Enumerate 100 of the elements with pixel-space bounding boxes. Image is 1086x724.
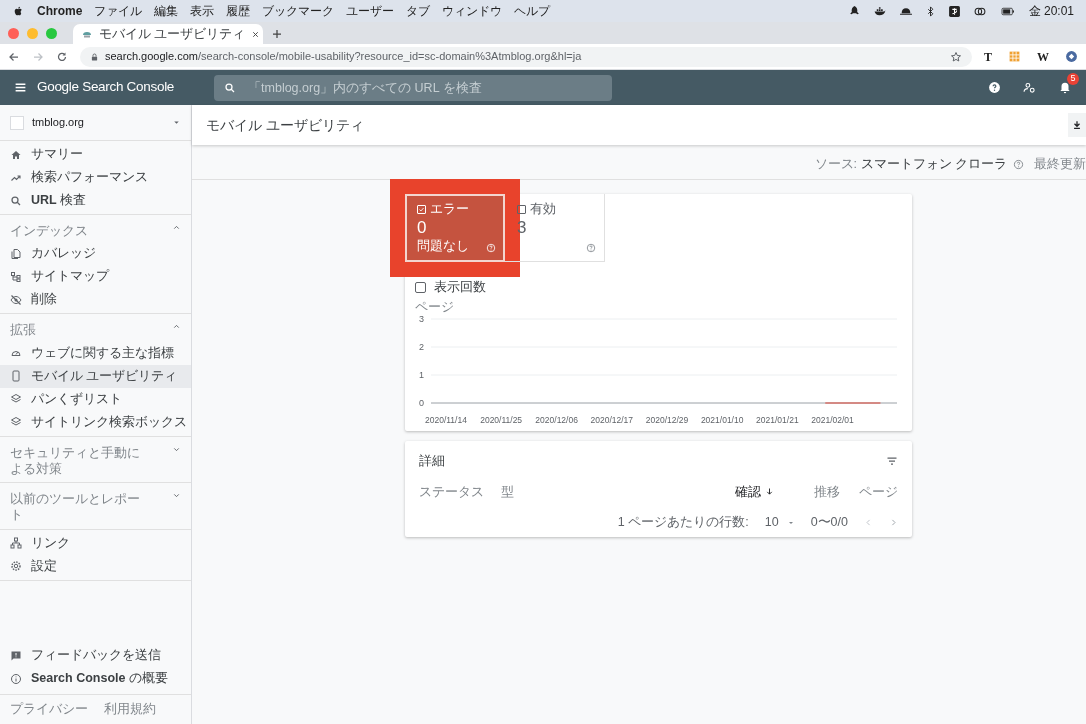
download-icon — [1072, 120, 1082, 130]
column-header[interactable]: ステータス — [419, 482, 501, 502]
section-header[interactable]: 拡張 — [0, 316, 191, 342]
whale-icon[interactable] — [872, 4, 887, 18]
axis-tick-label: 0 — [419, 397, 424, 408]
plus-icon[interactable] — [271, 28, 283, 40]
axis-tick-label: 2020/11/25 — [480, 414, 523, 425]
feedback-icon — [10, 649, 22, 662]
column-header[interactable]: 型 — [501, 482, 735, 502]
menu-item[interactable]: ブックマーク — [262, 2, 335, 20]
layers-icon — [10, 393, 22, 405]
check-icon — [418, 205, 425, 213]
network-icon — [10, 537, 22, 549]
impressions-toggle[interactable]: 表示回数 — [405, 278, 496, 297]
menu-item[interactable]: ウィンドウ — [442, 2, 503, 20]
browser-tab[interactable]: モバイル ユーザビリティ — [73, 24, 263, 44]
tile-value: 0 — [417, 218, 428, 238]
chevron-up-icon — [172, 223, 181, 232]
url-text: search.google.com/search-console/mobile-usability?resource_id=sc-domain%3Atmblog.org&hl=ja — [105, 49, 583, 65]
search-field[interactable]: 「tmblog.org」内のすべての URL を検査 — [214, 74, 613, 101]
home-icon — [10, 148, 22, 161]
sidebar-item[interactable]: フィードバックを送信 — [0, 644, 191, 668]
sidebar-item[interactable]: サイトリンク検索ボックス — [0, 410, 191, 434]
user-settings-icon[interactable] — [1023, 81, 1036, 94]
source-text: ソース: スマートフォン クローラ — [814, 156, 1007, 174]
menu-item[interactable]: 表示 — [190, 2, 215, 20]
extension-button[interactable]: W — [1037, 47, 1049, 66]
sidebar-item[interactable]: サマリー — [0, 143, 191, 166]
rows-per-page-select[interactable]: 10 — [764, 513, 795, 532]
footer-link[interactable]: プライバシー — [10, 700, 88, 719]
menu-item[interactable]: ヘルプ — [514, 2, 551, 20]
axis-tick-label: 2 — [419, 341, 424, 352]
phone-icon — [10, 370, 22, 382]
column-header[interactable]: 推移 — [774, 482, 840, 502]
reload-icon[interactable] — [56, 50, 68, 63]
menu-item[interactable]: 編集 — [154, 2, 179, 20]
menu-item[interactable]: タブ — [406, 2, 431, 20]
tile-caption: 問題なし — [417, 238, 469, 256]
help-icon[interactable] — [988, 81, 1001, 94]
rows-per-page-label: 1 ページあたりの行数: — [617, 514, 749, 532]
sidebar-item[interactable]: 検索パフォーマンス — [0, 166, 191, 189]
close-icon[interactable] — [251, 29, 261, 39]
app-name[interactable]: Chrome — [37, 2, 83, 20]
tab-title: モバイル ユーザビリティ — [99, 25, 246, 43]
axis-tick-label: 2021/02/01 — [811, 414, 854, 425]
menu-item[interactable]: 履歴 — [226, 2, 251, 20]
axis-title: ページ — [415, 299, 454, 314]
card-title: 詳細 — [419, 452, 445, 470]
info-icon — [10, 672, 22, 685]
sidebar-item[interactable]: Search Console の概要 — [0, 667, 191, 691]
sidebar-item[interactable]: 削除 — [0, 288, 191, 312]
axis-tick-label: 2021/01/10 — [700, 414, 744, 425]
axis-tick-label: 1 — [419, 369, 424, 380]
document-icon — [10, 247, 22, 260]
menu-icon[interactable] — [14, 81, 27, 94]
settings-icon — [10, 560, 22, 572]
filter-icon[interactable] — [886, 454, 898, 467]
extension-button[interactable]: T — [984, 47, 992, 66]
section-header[interactable]: 以前のツールとレポート — [0, 485, 191, 527]
menu-item[interactable]: ユーザー — [346, 2, 395, 20]
star-icon[interactable] — [950, 50, 962, 63]
sidebar-item[interactable]: ウェブに関する主な指標 — [0, 341, 191, 365]
chevron-down-icon — [172, 491, 181, 500]
sidebar-item[interactable]: カバレッジ — [0, 242, 191, 266]
axis-tick-label: 3 — [419, 313, 424, 324]
menu-item[interactable]: ファイル — [94, 2, 143, 20]
axis-tick-label: 2020/12/17 — [590, 414, 634, 425]
lock-icon — [90, 51, 99, 62]
layers-icon — [10, 416, 22, 428]
address-bar[interactable]: search.google.com/search-console/mobile-usability?resource_id=sc-domain%3Atmblog.org&hl=ja — [80, 46, 972, 67]
product-logo[interactable]: Google Search Console — [37, 77, 175, 98]
dropdown-caret-icon — [172, 118, 181, 127]
axis-tick-label: 2020/12/06 — [535, 414, 578, 425]
menubar-clock[interactable]: 金 20:01 — [1028, 2, 1074, 20]
bell-icon[interactable] — [1058, 80, 1072, 95]
sidebar-item[interactable]: パンくずリスト — [0, 387, 191, 411]
series-line — [824, 402, 882, 404]
axis-tick-label: 2021/01/21 — [756, 414, 799, 425]
footer-link[interactable]: 利用規約 — [104, 700, 156, 719]
axis-tick-label: 2020/11/14 — [425, 414, 467, 425]
checkbox[interactable] — [517, 204, 526, 214]
sidebar-item[interactable]: 設定 — [0, 554, 191, 578]
last-updated-text: 最終更新 — [1034, 156, 1086, 174]
sidebar-item[interactable]: モバイル ユーザビリティ — [0, 364, 191, 388]
section-header[interactable]: インデックス — [0, 217, 191, 243]
search-icon — [224, 81, 237, 94]
download-button[interactable] — [1068, 113, 1086, 137]
extension-icon[interactable] — [1065, 50, 1078, 63]
sidebar-item[interactable]: URL 検査 — [0, 189, 191, 212]
page-title: モバイル ユーザビリティ — [206, 115, 364, 135]
site-favicon — [10, 115, 24, 130]
sidebar-item[interactable]: サイトマップ — [0, 265, 191, 289]
property-selector[interactable]: tmblog.org — [0, 105, 191, 141]
input-method-icon[interactable] — [947, 4, 961, 18]
section-header[interactable]: セキュリティと手動による対策 — [0, 438, 191, 480]
tile-label: 有効 — [530, 201, 556, 218]
sidebar-item[interactable]: リンク — [0, 531, 191, 555]
column-header[interactable]: 確認 — [735, 482, 774, 502]
back-arrow-icon[interactable] — [8, 50, 20, 63]
column-header[interactable]: ページ — [840, 482, 898, 502]
